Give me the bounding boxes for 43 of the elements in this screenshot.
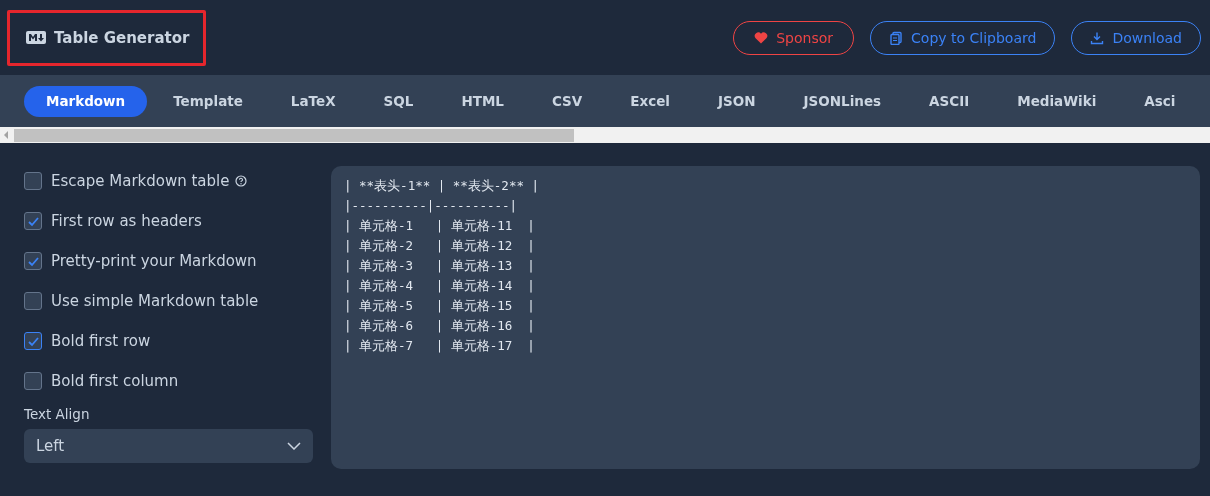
output-textarea[interactable]: | **表头-1** | **表头-2** | |----------|----------| | 单元格-1 | 单元格-11 | | 单元格-2 | 单元格-12 | | 单元格-3 | 单元格-13 | | 单元格-4 | 单元格-14 | | 单元格-5 | 单元格-15 | | 单元格-6 | 单元格-16 | | 单元格-7 | 单元格-17 |	[331, 166, 1200, 469]
code-line: | 单元格-6 | 单元格-16 |	[344, 317, 535, 335]
app-title: Table Generator	[54, 28, 190, 47]
format-tab[interactable]: SQL	[361, 85, 436, 117]
code-line: |----------|----------|	[344, 197, 518, 215]
download-icon	[1090, 30, 1105, 45]
format-tab[interactable]: Asci	[1122, 85, 1198, 117]
format-tab[interactable]: MediaWiki	[995, 85, 1119, 117]
checkbox[interactable]	[24, 332, 42, 350]
option-label: Bold first column	[51, 372, 179, 390]
format-tab[interactable]: Markdown	[24, 85, 148, 117]
option-label: Bold first row	[51, 332, 151, 350]
option-label: Pretty-print your Markdown	[51, 252, 257, 270]
heart-icon	[754, 30, 769, 45]
horizontal-scrollbar[interactable]	[0, 127, 1210, 143]
code-line: | 单元格-4 | 单元格-14 |	[344, 277, 535, 295]
format-tab[interactable]: Excel	[608, 85, 692, 117]
field-label: Text Align	[24, 406, 91, 422]
format-tab[interactable]: CSV	[529, 85, 605, 117]
option-label: Escape Markdown table	[51, 172, 230, 190]
option-label: Use simple Markdown table	[51, 292, 259, 310]
option-label: First row as headers	[51, 212, 202, 230]
documents-icon	[889, 30, 904, 45]
chevron-down-icon	[287, 442, 301, 450]
format-tab[interactable]: Template	[151, 85, 265, 117]
checkbox[interactable]	[24, 292, 42, 310]
code-line: | 单元格-2 | 单元格-12 |	[344, 237, 535, 255]
code-line: | **表头-1** | **表头-2** |	[344, 177, 539, 195]
format-tab[interactable]: HTML	[439, 85, 526, 117]
checkbox[interactable]	[24, 372, 42, 390]
format-tab[interactable]: JSONLines	[781, 85, 904, 117]
checkbox[interactable]	[24, 172, 42, 190]
text-align-dropdown[interactable]: Left	[24, 429, 313, 463]
checkbox[interactable]	[24, 252, 42, 270]
checkbox[interactable]	[24, 212, 42, 230]
format-tab[interactable]: JSON	[696, 85, 778, 117]
format-tab[interactable]: LaTeX	[268, 85, 358, 117]
code-line: | 单元格-1 | 单元格-11 |	[344, 217, 535, 235]
code-line: | 单元格-5 | 单元格-15 |	[344, 297, 535, 315]
code-line: | 单元格-7 | 单元格-17 |	[344, 337, 535, 355]
code-line: | 单元格-3 | 单元格-13 |	[344, 257, 535, 275]
markdown-icon	[26, 31, 46, 44]
format-tab[interactable]: ASCII	[907, 85, 992, 117]
